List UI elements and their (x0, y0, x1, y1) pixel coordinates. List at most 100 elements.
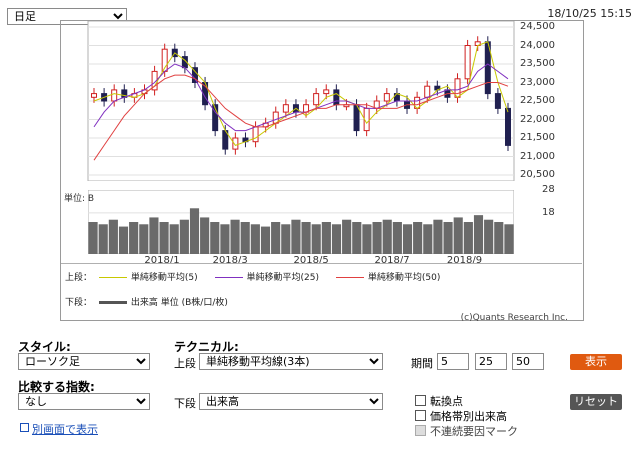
volume-ytick-label: 18 (542, 206, 555, 218)
compare-select[interactable]: なし (18, 393, 150, 410)
volume-bar (98, 224, 108, 254)
volume-bar (281, 224, 291, 254)
volume-bar (169, 224, 179, 254)
open-window-text: 別画面で表示 (32, 423, 98, 436)
candle-body (454, 78, 461, 98)
candle-body (464, 45, 471, 80)
discontinuity-mark-checkbox[interactable] (415, 425, 426, 436)
volume-bar (210, 222, 220, 254)
turning-point-checkbox[interactable] (415, 395, 426, 406)
legend-item-sma50: 単純移動平均(50) (367, 273, 441, 283)
chart-legend: 上段： 単純移動平均(5) 単純移動平均(25) 単純移動平均(50) 下段： … (61, 263, 582, 310)
volume-bar (463, 222, 473, 254)
upper-label: 上段 (174, 357, 196, 370)
candle-body (111, 89, 118, 102)
volume-bar (413, 222, 423, 254)
volume-bar (260, 226, 271, 254)
volume-bar (179, 219, 189, 254)
candle-body (282, 104, 289, 113)
price-ytick-label: 20,500 (520, 169, 555, 180)
volume-bar (301, 222, 311, 254)
candle-body (383, 93, 390, 102)
candle-body (323, 89, 330, 95)
lower-label: 下段 (174, 397, 196, 410)
volume-bar (494, 222, 504, 254)
price-chart (87, 21, 515, 181)
volume-bar (159, 222, 169, 254)
price-ytick-label: 24,500 (520, 21, 555, 32)
legend-item-sma25: 単純移動平均(25) (246, 273, 319, 283)
candle-body (252, 126, 259, 143)
volume-bar (453, 217, 463, 254)
volume-bar (321, 222, 331, 254)
open-window-link[interactable]: 別画面で表示 (20, 421, 98, 437)
volume-bar (443, 222, 453, 254)
price-ytick-label: 23,500 (520, 58, 555, 69)
volume-bar (504, 224, 514, 254)
show-button[interactable]: 表示 (570, 354, 622, 370)
volume-bar (200, 217, 210, 254)
volume-bar (331, 224, 342, 254)
volume-chart (88, 190, 514, 254)
candle-body (313, 93, 320, 106)
legend-lower-label: 下段： (65, 298, 93, 308)
price-ytick-label: 21,500 (520, 132, 555, 143)
style-select[interactable]: ローソク足 (18, 353, 150, 370)
timestamp: 18/10/25 15:15 (547, 7, 632, 20)
volume-bar (250, 224, 260, 254)
reset-button[interactable]: リセット (570, 394, 622, 410)
volume-bar (139, 224, 149, 254)
turning-point-label: 転換点 (430, 395, 463, 408)
candle-body (91, 93, 97, 98)
legend-line-sma25 (214, 277, 243, 278)
volume-ytick-label: 28 (542, 184, 555, 195)
volume-bar (189, 208, 200, 254)
volume-bar (392, 222, 402, 254)
period-input-1[interactable] (437, 353, 469, 370)
price-ytick-label: 22,000 (520, 113, 555, 125)
legend-item-volume: 出来高 単位 (B株/口/枚) (130, 298, 228, 308)
volume-bar (402, 224, 413, 254)
volume-by-price-checkbox[interactable] (415, 410, 426, 421)
volume-bar (118, 226, 129, 254)
price-ytick-label: 22,500 (520, 95, 555, 106)
volume-unit-label: 単位: B (64, 194, 95, 204)
volume-bar (220, 224, 230, 254)
volume-bar (108, 219, 118, 254)
period-input-2[interactable] (475, 353, 507, 370)
volume-bar (129, 222, 139, 254)
volume-bar (88, 222, 98, 254)
discontinuity-mark-label: 不連続要因マーク (430, 425, 518, 438)
upper-technical-select[interactable]: 単純移動平均線(3本) (199, 353, 383, 370)
volume-bar (372, 222, 382, 254)
candle-body (505, 107, 511, 146)
volume-bar (240, 222, 250, 254)
price-ytick-label: 24,000 (520, 39, 555, 51)
legend-upper-label: 上段： (65, 273, 93, 283)
candle-body (333, 89, 340, 106)
volume-bar (291, 219, 301, 254)
volume-bar (382, 219, 392, 254)
legend-line-volume (98, 301, 127, 304)
volume-bar (473, 215, 484, 254)
lower-technical-select[interactable]: 出来高 (199, 393, 383, 410)
volume-bar (342, 219, 352, 254)
legend-line-sma50 (335, 277, 364, 278)
period-label: 期間 (411, 357, 433, 370)
external-window-icon (20, 423, 29, 432)
volume-bar (362, 224, 372, 254)
period-input-3[interactable] (512, 353, 544, 370)
volume-bar (484, 219, 494, 254)
chart-credit: (c)Quants Research Inc. (460, 313, 568, 323)
volume-bar (149, 217, 159, 254)
candle-body (494, 93, 501, 109)
volume-bar (311, 224, 321, 254)
price-ytick-label: 21,000 (520, 150, 555, 162)
legend-upper: 上段： 単純移動平均(5) 単純移動平均(25) 単純移動平均(50) (65, 270, 440, 283)
legend-item-sma5: 単純移動平均(5) (130, 273, 198, 283)
volume-bar (352, 222, 362, 254)
legend-line-sma5 (98, 277, 127, 278)
volume-by-price-label: 価格帯別出来高 (430, 410, 507, 423)
price-ytick-label: 23,000 (520, 76, 555, 88)
volume-bar (433, 219, 443, 254)
